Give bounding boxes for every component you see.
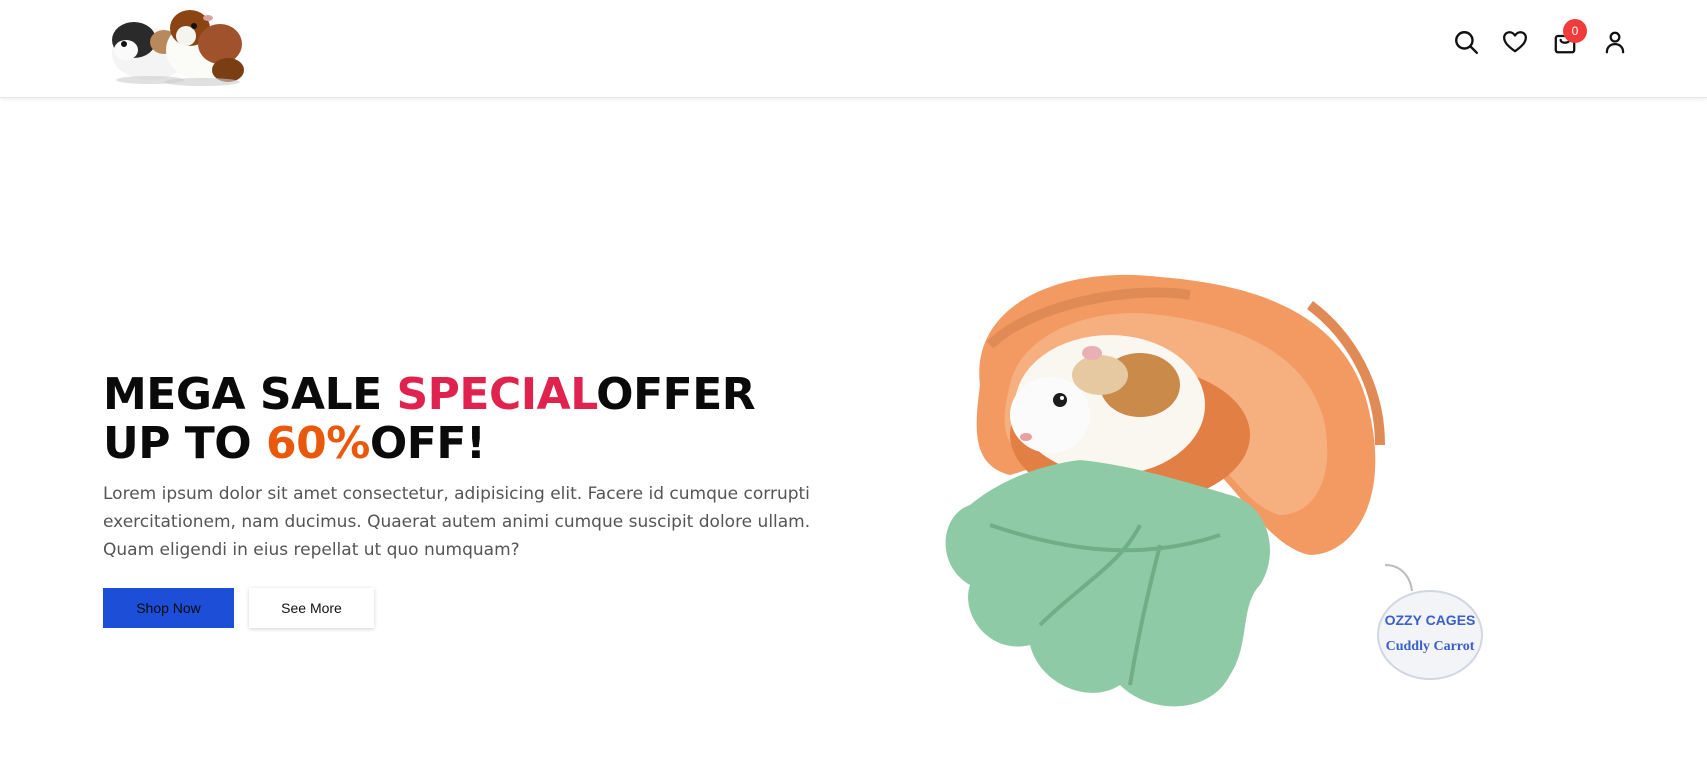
site-header: 0 [0,0,1707,98]
user-icon [1605,31,1625,54]
logo[interactable] [102,0,248,86]
see-more-button[interactable]: See More [249,588,374,628]
search-button[interactable] [1451,27,1481,57]
headline-text: MEGA SALE [103,369,397,420]
guinea-pig-logo-image [112,10,244,86]
hero-product-image: OZZY CAGES Cuddly Carrot [930,265,1490,755]
headline-highlight-percent: 60% [266,418,370,469]
headline-highlight-special: SPECIAL [396,369,597,420]
wishlist-button[interactable] [1500,27,1530,57]
tag-brand-text: OZZY CAGES [1385,612,1476,628]
shop-now-button[interactable]: Shop Now [103,588,234,628]
tag-product-text: Cuddly Carrot [1386,639,1475,654]
hero-description: Lorem ipsum dolor sit amet consectetur, … [103,484,811,560]
carrot-bed-image: OZZY CAGES Cuddly Carrot [945,274,1483,707]
heart-icon [1503,31,1527,53]
cart-count-badge: 0 [1563,19,1587,43]
account-button[interactable] [1600,27,1630,57]
hero-headline: MEGA SALE SPECIALOFFER UP TO 60%OFF! [103,370,823,468]
search-icon [1455,31,1479,55]
headline-text: OFF! [369,418,486,469]
